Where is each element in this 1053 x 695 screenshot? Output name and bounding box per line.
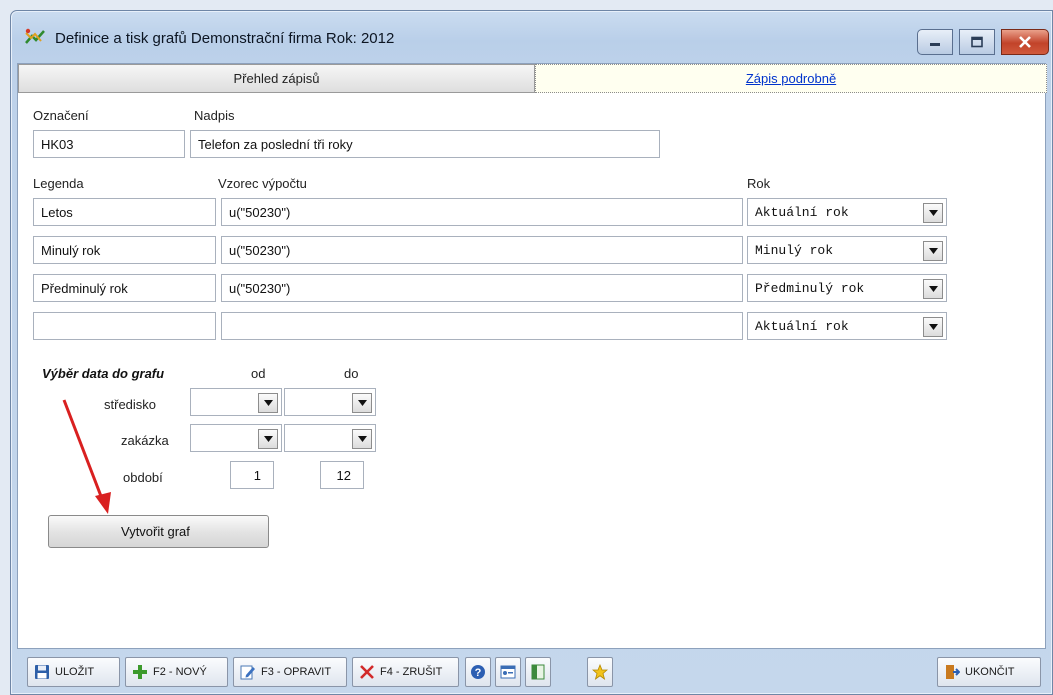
- tab-label: Přehled zápisů: [233, 71, 320, 86]
- dropdown-arrow-button[interactable]: [923, 279, 943, 299]
- oznaceni-label: Označení: [33, 108, 89, 123]
- star-icon: [592, 664, 608, 680]
- title-bar[interactable]: Definice a tisk grafů Demonstrační firma…: [11, 11, 1052, 63]
- rok-label: Rok: [747, 176, 771, 191]
- edit-button[interactable]: F3 - OPRAVIT: [233, 657, 347, 687]
- zakazka-od-select[interactable]: [190, 424, 282, 452]
- dropdown-arrow-button[interactable]: [923, 241, 943, 261]
- delete-button[interactable]: F4 - ZRUŠIT: [352, 657, 459, 687]
- rok-select-4[interactable]: Aktuální rok: [747, 312, 947, 340]
- zakazka-do-select[interactable]: [284, 424, 376, 452]
- dropdown-arrow-button[interactable]: [352, 429, 372, 449]
- chevron-down-icon: [928, 286, 938, 292]
- chevron-down-icon: [928, 248, 938, 254]
- vzorec-label: Vzorec výpočtu: [218, 176, 307, 191]
- dropdown-arrow-button[interactable]: [258, 393, 278, 413]
- vzorec-field-1[interactable]: u("50230"): [221, 198, 743, 226]
- exit-door-icon: [946, 665, 960, 679]
- tab-zapis-podrobne[interactable]: Zápis podrobně: [535, 64, 1047, 93]
- obdobi-label: období: [123, 470, 163, 485]
- vyber-data-title: Výběr data do grafu: [42, 366, 165, 381]
- chart-app-icon: [25, 28, 45, 44]
- contact-card-icon: [500, 665, 516, 679]
- rok-select-value: Minulý rok: [755, 242, 834, 258]
- chevron-down-icon: [928, 210, 938, 216]
- form-area: Přehled zápisů Zápis podrobně Označení N…: [17, 63, 1047, 649]
- nadpis-label: Nadpis: [194, 108, 235, 123]
- rok-select-value: Aktuální rok: [755, 204, 849, 220]
- obdobi-od-field[interactable]: 1: [230, 461, 274, 489]
- dropdown-arrow-button[interactable]: [923, 203, 943, 223]
- help-icon: ?: [471, 665, 485, 679]
- stredisko-od-select[interactable]: [190, 388, 282, 416]
- chevron-down-icon: [928, 324, 938, 330]
- rok-select-value: Předminulý rok: [755, 280, 865, 296]
- tab-prehled-zapisu[interactable]: Přehled zápisů: [18, 64, 535, 93]
- new-button[interactable]: F2 - NOVÝ: [125, 657, 228, 687]
- do-label: do: [344, 366, 359, 381]
- plus-icon: [133, 665, 147, 679]
- rok-select-2[interactable]: Minulý rok: [747, 236, 947, 264]
- export-sheet-button[interactable]: [525, 657, 551, 687]
- stredisko-label: středisko: [104, 397, 157, 412]
- zakazka-label: zakázka: [121, 433, 169, 448]
- chevron-down-icon: [357, 436, 367, 442]
- dropdown-arrow-button[interactable]: [352, 393, 372, 413]
- edit-pencil-icon: [240, 665, 255, 680]
- red-arrow-annotation: [62, 399, 111, 514]
- chevron-down-icon: [263, 436, 273, 442]
- vytvorit-graf-button[interactable]: Vytvořit graf: [48, 515, 269, 548]
- dropdown-arrow-button[interactable]: [923, 317, 943, 337]
- legenda-field-4[interactable]: [33, 312, 216, 340]
- exit-label: UKONČIT: [965, 666, 1015, 678]
- tab-label: Zápis podrobně: [745, 71, 837, 86]
- nadpis-field[interactable]: Telefon za poslední tři roky: [190, 130, 660, 158]
- maximize-icon: [971, 36, 983, 48]
- close-icon: [1019, 36, 1031, 48]
- help-button[interactable]: ?: [465, 657, 491, 687]
- delete-label: F4 - ZRUŠIT: [380, 666, 443, 678]
- spreadsheet-icon: [531, 664, 545, 680]
- legenda-label: Legenda: [33, 176, 84, 191]
- rok-select-3[interactable]: Předminulý rok: [747, 274, 947, 302]
- close-button[interactable]: [1001, 29, 1049, 55]
- minimize-button[interactable]: [917, 29, 953, 55]
- delete-x-icon: [360, 665, 374, 679]
- rok-select-value: Aktuální rok: [755, 318, 849, 334]
- new-label: F2 - NOVÝ: [153, 666, 207, 678]
- floppy-disk-icon: [35, 665, 49, 679]
- contact-card-button[interactable]: [495, 657, 521, 687]
- save-button[interactable]: ULOŽIT: [27, 657, 120, 687]
- rok-select-1[interactable]: Aktuální rok: [747, 198, 947, 226]
- window-title: Definice a tisk grafů Demonstrační firma…: [55, 30, 395, 47]
- legenda-field-1[interactable]: Letos: [33, 198, 216, 226]
- legenda-field-2[interactable]: Minulý rok: [33, 236, 216, 264]
- chevron-down-icon: [263, 400, 273, 406]
- od-label: od: [251, 366, 266, 381]
- save-label: ULOŽIT: [55, 666, 95, 678]
- svg-text:?: ?: [475, 667, 482, 679]
- oznaceni-field[interactable]: HK03: [33, 130, 185, 158]
- chevron-down-icon: [357, 400, 367, 406]
- edit-label: F3 - OPRAVIT: [261, 666, 332, 678]
- favorites-button[interactable]: [587, 657, 613, 687]
- maximize-button[interactable]: [959, 29, 995, 55]
- vzorec-field-3[interactable]: u("50230"): [221, 274, 743, 302]
- exit-button[interactable]: UKONČIT: [937, 657, 1041, 687]
- vzorec-field-4[interactable]: [221, 312, 743, 340]
- app-window: Definice a tisk grafů Demonstrační firma…: [10, 10, 1053, 695]
- stredisko-do-select[interactable]: [284, 388, 376, 416]
- vzorec-field-2[interactable]: u("50230"): [221, 236, 743, 264]
- minimize-icon: [930, 43, 940, 46]
- dropdown-arrow-button[interactable]: [258, 429, 278, 449]
- bottom-toolbar: ULOŽIT F2 - NOVÝ F3 - OPRAVIT F4 - ZRUŠI…: [11, 649, 1053, 695]
- obdobi-do-field[interactable]: 12: [320, 461, 364, 489]
- legenda-field-3[interactable]: Předminulý rok: [33, 274, 216, 302]
